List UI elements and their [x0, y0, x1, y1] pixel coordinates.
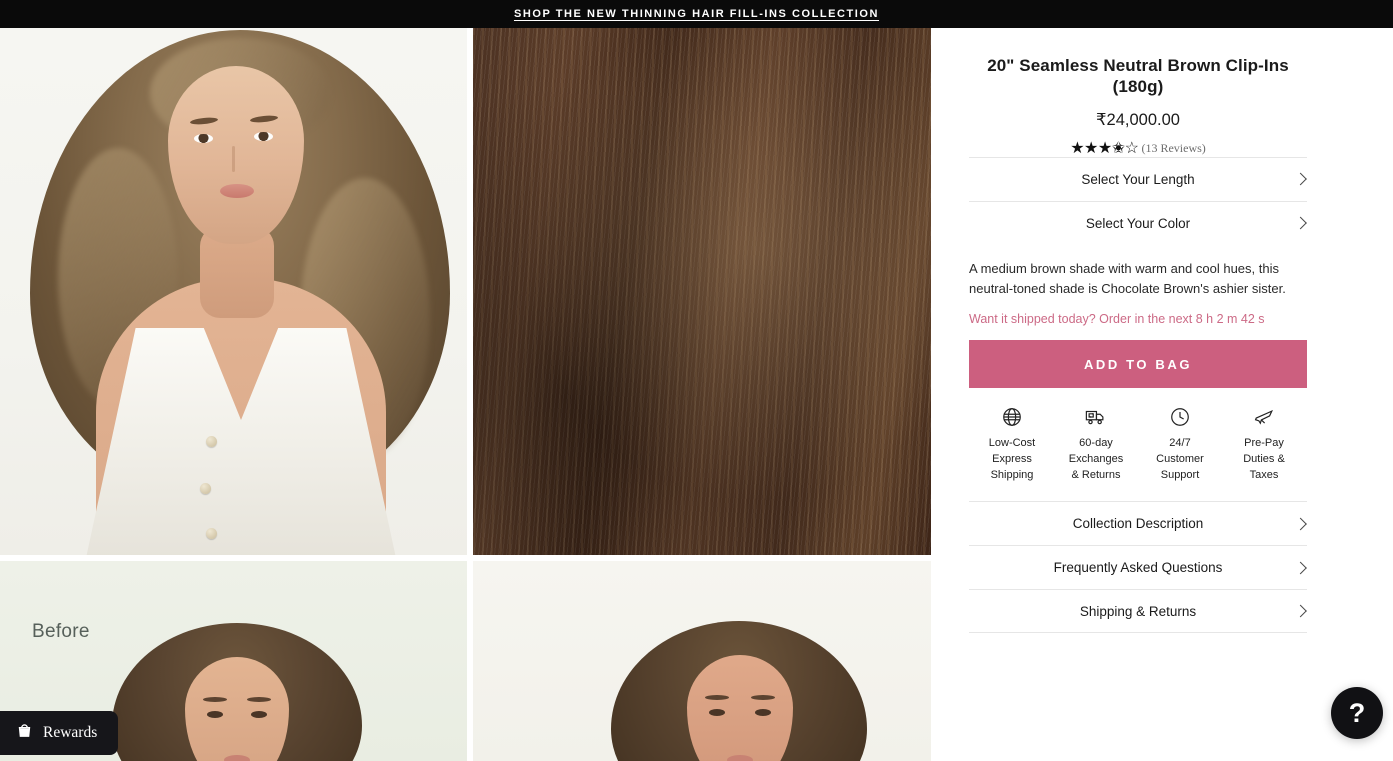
benefit-line: 60-day: [1079, 437, 1113, 450]
after-model-face: [687, 655, 793, 761]
rewards-label: Rewards: [43, 724, 98, 741]
product-image-gallery: Before: [0, 28, 931, 761]
dress-button: [206, 528, 217, 539]
option-select-length[interactable]: Select Your Length: [969, 156, 1307, 201]
eyebrow: [705, 695, 729, 700]
eyebrow: [203, 697, 227, 702]
eyebrow: [249, 114, 279, 124]
benefit-24-7-customer-support: 24/7 Customer Support: [1141, 404, 1219, 483]
product-rating[interactable]: ★★★✬☆ (13 Reviews): [969, 139, 1307, 157]
benefit-line: Taxes: [1249, 468, 1279, 481]
benefits-row: Low-Cost Express Shipping 60-day Exchang…: [969, 404, 1307, 483]
option-label: Select Your Length: [1081, 171, 1195, 187]
product-title: 20" Seamless Neutral Brown Clip-Ins (180…: [987, 56, 1289, 97]
before-label: Before: [32, 621, 90, 642]
benefit-line: Support: [1160, 468, 1200, 481]
gallery-image-model-hero[interactable]: [0, 28, 467, 555]
nose: [232, 146, 235, 172]
before-model-face: [185, 657, 289, 761]
accordion-collection-description[interactable]: Collection Description: [969, 501, 1307, 545]
eye: [194, 134, 213, 143]
accordion-label: Frequently Asked Questions: [1053, 560, 1223, 576]
benefit-line: Customer: [1156, 452, 1204, 465]
shade-description: A medium brown shade with warm and cool …: [969, 260, 1286, 296]
lips: [727, 755, 753, 761]
benefit-line: Express: [992, 452, 1032, 465]
gallery-image-hair-texture[interactable]: [473, 28, 931, 555]
benefit-low-cost-express-shipping: Low-Cost Express Shipping: [973, 404, 1051, 483]
accordion-label: Collection Description: [1072, 516, 1204, 532]
dress-button: [200, 483, 211, 494]
review-count-label: (13 Reviews): [1141, 141, 1206, 155]
accordion-frequently-asked-questions[interactable]: Frequently Asked Questions: [969, 545, 1307, 589]
option-select-color[interactable]: Select Your Color: [969, 200, 1307, 245]
lips: [220, 184, 254, 198]
eye: [251, 711, 267, 718]
rewards-widget[interactable]: Rewards: [0, 711, 118, 755]
benefit-pre-pay-duties-taxes: Pre-Pay Duties & Taxes: [1225, 404, 1303, 483]
globe-icon: [973, 404, 1051, 430]
clock-icon: [1141, 404, 1219, 430]
lips: [224, 755, 250, 761]
dress-button: [206, 436, 217, 447]
gallery-image-after[interactable]: [473, 561, 931, 761]
benefit-line: Pre-Pay: [1244, 437, 1284, 450]
chevron-right-icon: [1294, 604, 1307, 618]
add-to-bag-button[interactable]: ADD TO BAG: [969, 340, 1307, 389]
benefit-line: Duties &: [1243, 452, 1285, 465]
airplane-icon: [1225, 404, 1303, 430]
benefit-line: 24/7: [1169, 437, 1191, 450]
option-label: Select Your Color: [1085, 215, 1191, 231]
product-price: ₹24,000.00: [1096, 110, 1180, 129]
benefit-line: & Returns: [1071, 468, 1121, 481]
announcement-link[interactable]: SHOP THE NEW THINNING HAIR FILL-INS COLL…: [514, 8, 879, 20]
eyebrow: [247, 697, 271, 702]
benefit-line: Low-Cost: [988, 437, 1036, 450]
chevron-right-icon: [1294, 517, 1307, 530]
product-details-panel: 20" Seamless Neutral Brown Clip-Ins (180…: [931, 28, 1393, 761]
eye: [755, 709, 771, 716]
benefit-line: Shipping: [990, 468, 1034, 481]
hair-texture-sheen: [473, 28, 931, 555]
shipping-countdown: Want it shipped today? Order in the next…: [969, 311, 1265, 326]
benefit-60-day-exchanges-returns: 60-day Exchanges & Returns: [1057, 404, 1135, 483]
truck-icon: [1057, 404, 1135, 430]
chevron-right-icon: [1294, 561, 1307, 574]
announcement-bar: SHOP THE NEW THINNING HAIR FILL-INS COLL…: [0, 0, 1393, 28]
eye: [254, 132, 273, 141]
question-mark-icon: ?: [1348, 697, 1366, 728]
help-button[interactable]: ?: [1331, 687, 1383, 739]
accordion-label: Shipping & Returns: [1079, 603, 1197, 619]
accordion-shipping-returns[interactable]: Shipping & Returns: [969, 589, 1307, 634]
shopping-bag-icon: [16, 722, 33, 744]
chevron-right-icon: [1294, 216, 1307, 230]
chevron-right-icon: [1294, 172, 1307, 186]
product-accordion: Collection Description Frequently Asked …: [969, 501, 1307, 634]
star-rating-icon: ★★★✬☆: [1070, 139, 1139, 157]
benefit-line: Exchanges: [1068, 452, 1124, 465]
eye: [207, 711, 223, 718]
eyebrow: [189, 116, 219, 126]
eyebrow: [751, 695, 775, 700]
eye: [709, 709, 725, 716]
